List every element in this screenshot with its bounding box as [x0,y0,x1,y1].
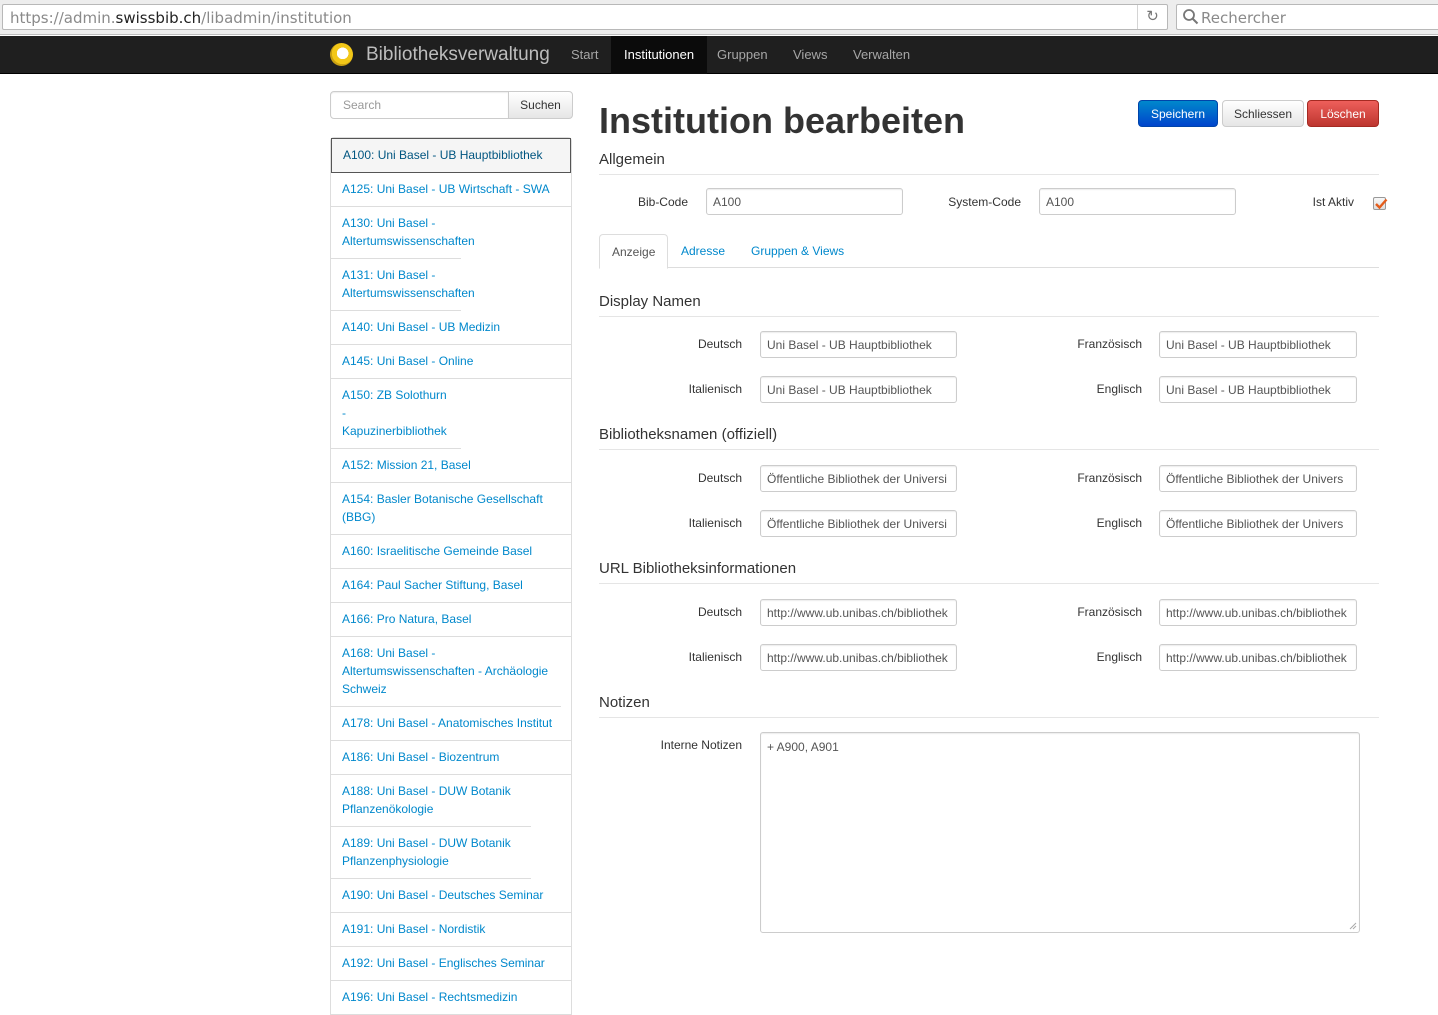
address-bar[interactable]: https://admin.swissbib.ch/libadmin/insti… [2,4,1168,30]
tab-gruppen-views[interactable]: Gruppen & Views [739,234,856,268]
official-fr-input[interactable]: Öffentliche Bibliothek der Univers [1159,465,1357,492]
close-button[interactable]: Schliessen [1222,100,1304,127]
page-title: Institution bearbeiten [599,100,966,141]
list-item[interactable]: A164: Paul Sacher Stiftung, Basel [331,569,571,603]
list-item[interactable]: A189: Uni Basel - DUW Botanik Pflanzenph… [331,827,531,879]
save-button[interactable]: Speichern [1138,100,1218,127]
resize-grip-icon[interactable] [1349,922,1357,930]
list-item[interactable]: A131: Uni Basel - Altertumswissenschafte… [331,259,475,311]
bibcode-input[interactable]: A100 [706,188,903,215]
display-fr-input[interactable]: Uni Basel - UB Hauptbibliothek [1159,331,1357,358]
section-general-legend: Allgemein [599,151,1379,175]
nav-item-start[interactable]: Start [558,36,611,74]
official-fr-label: Französisch [1077,471,1142,485]
active-label: Ist Aktiv [1312,195,1354,209]
display-de-input[interactable]: Uni Basel - UB Hauptbibliothek [760,331,957,358]
section-display-names-legend: Display Namen [599,293,1379,317]
tab-anzeige[interactable]: Anzeige [599,234,669,269]
official-en-label: Englisch [1096,516,1142,530]
list-item[interactable]: A125: Uni Basel - UB Wirtschaft - SWA [331,173,571,207]
list-item[interactable]: A160: Israelitische Gemeinde Basel [331,535,571,569]
institution-list: A100: Uni Basel - UB Hauptbibliothek A12… [330,137,572,1015]
display-it-input[interactable]: Uni Basel - UB Hauptbibliothek [760,376,957,403]
url-it-label: Italienisch [688,650,742,664]
bibcode-label: Bib-Code [637,195,688,209]
list-item[interactable]: A190: Uni Basel - Deutsches Seminar [331,879,571,913]
display-it-label: Italienisch [688,382,742,396]
list-item[interactable]: A100: Uni Basel - UB Hauptbibliothek [331,138,571,173]
display-en-label: Englisch [1096,382,1142,396]
list-item[interactable]: A192: Uni Basel - Englisches Seminar [331,947,571,981]
official-it-input[interactable]: Öffentliche Bibliothek der Universi [760,510,957,537]
browser-search-placeholder: Rechercher [1201,9,1286,27]
url-de-label: Deutsch [697,605,742,619]
internal-notes-text: + A900, A901 [767,740,839,754]
list-item[interactable]: A145: Uni Basel - Online [331,345,571,379]
top-navbar: Bibliotheksverwaltung Start Institutione… [0,36,1438,74]
tab-adresse[interactable]: Adresse [669,234,737,268]
url-it-input[interactable]: http://www.ub.unibas.ch/bibliothek [760,644,957,671]
list-item[interactable]: A191: Uni Basel - Nordistik [331,913,571,947]
address-url[interactable]: https://admin.swissbib.ch/libadmin/insti… [10,9,352,27]
display-en-input[interactable]: Uni Basel - UB Hauptbibliothek [1159,376,1357,403]
reload-icon[interactable]: ↻ [1137,5,1167,29]
nav-item-verwalten[interactable]: Verwalten [840,36,923,74]
list-item[interactable]: A178: Uni Basel - Anatomisches Institut [331,707,571,741]
list-item[interactable]: A166: Pro Natura, Basel [331,603,571,637]
list-item[interactable]: A188: Uni Basel - DUW Botanik Pflanzenök… [331,775,531,827]
nav-item-institutionen[interactable]: Institutionen [611,36,708,74]
list-item[interactable]: A168: Uni Basel - Altertumswissenschafte… [331,637,561,707]
sidebar-search-input[interactable]: Search [330,91,509,119]
url-fr-input[interactable]: http://www.ub.unibas.ch/bibliothek [1159,599,1357,626]
systemcode-label: System-Code [948,195,1021,209]
list-item[interactable]: A150: ZB Solothurn - Kapuzinerbibliothek [331,379,461,449]
list-item[interactable]: A152: Mission 21, Basel [331,449,571,483]
section-official-names-legend: Bibliotheksnamen (offiziell) [599,426,1379,450]
tab-bar: Anzeige Adresse Gruppen & Views [599,234,1379,269]
official-de-input[interactable]: Öffentliche Bibliothek der Universi [760,465,957,492]
url-en-label: Englisch [1096,650,1142,664]
list-item[interactable]: A154: Basler Botanische Gesellschaft (BB… [331,483,571,535]
navbar-brand[interactable]: Bibliotheksverwaltung [366,44,550,66]
active-checkbox[interactable] [1373,197,1388,210]
list-item[interactable]: A130: Uni Basel - Altertumswissenschafte… [331,207,475,259]
delete-button[interactable]: Löschen [1307,100,1379,127]
section-url-info-legend: URL Bibliotheksinformationen [599,560,1379,584]
nav-item-gruppen[interactable]: Gruppen [704,36,781,74]
systemcode-input[interactable]: A100 [1039,188,1236,215]
display-fr-label: Französisch [1077,337,1142,351]
display-de-label: Deutsch [697,337,742,351]
browser-toolbar: https://admin.swissbib.ch/libadmin/insti… [0,0,1438,35]
url-de-input[interactable]: http://www.ub.unibas.ch/bibliothek [760,599,957,626]
check-icon [1375,198,1388,210]
sidebar-search-button[interactable]: Suchen [508,91,573,119]
official-en-input[interactable]: Öffentliche Bibliothek der Univers [1159,510,1357,537]
official-it-label: Italienisch [688,516,742,530]
url-en-input[interactable]: http://www.ub.unibas.ch/bibliothek [1159,644,1357,671]
list-item[interactable]: A140: Uni Basel - UB Medizin [331,311,571,345]
section-notes-legend: Notizen [599,694,1379,718]
official-de-label: Deutsch [697,471,742,485]
internal-notes-textarea[interactable]: + A900, A901 [760,732,1360,933]
list-item[interactable]: A196: Uni Basel - Rechtsmedizin [331,981,571,1015]
url-fr-label: Französisch [1077,605,1142,619]
nav-item-views[interactable]: Views [780,36,840,74]
internal-notes-label: Interne Notizen [660,738,742,752]
browser-search-input[interactable]: Rechercher [1176,4,1438,30]
list-item[interactable]: A186: Uni Basel - Biozentrum [331,741,571,775]
swissbib-logo [330,43,353,66]
search-icon [1183,9,1199,25]
